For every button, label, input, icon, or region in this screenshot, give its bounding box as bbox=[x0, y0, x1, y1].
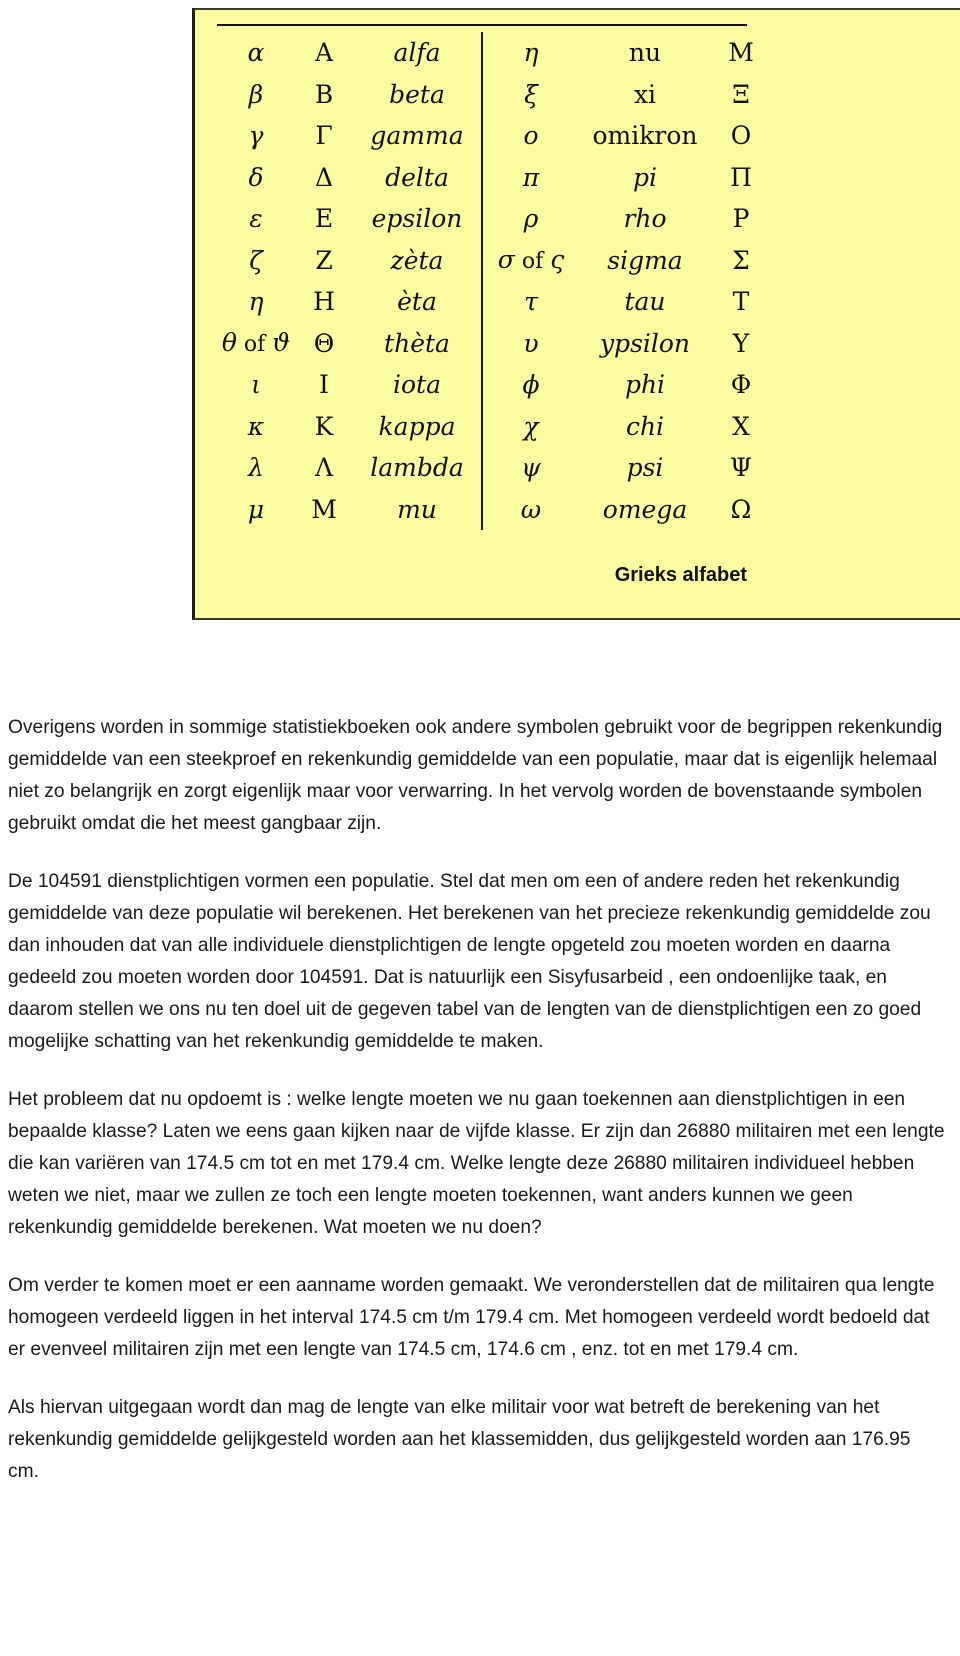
greek-letter-name: iota bbox=[393, 370, 441, 400]
greek-lowercase-symbol: ι bbox=[251, 370, 261, 400]
greek-lowercase-symbol-right: χ bbox=[481, 405, 579, 447]
body-paragraph: Overigens worden in sommige statistiekbo… bbox=[8, 717, 943, 834]
greek-letter-name-right: omikron bbox=[592, 121, 698, 151]
greek-lowercase-symbol-right: π bbox=[481, 156, 579, 198]
greek-uppercase-symbol-right: T bbox=[732, 287, 750, 317]
body-copy: Overigens worden in sommige statistiekbo… bbox=[8, 712, 946, 1488]
greek-uppercase-symbol: Γ bbox=[315, 121, 333, 151]
greek-uppercase-symbol: K bbox=[314, 411, 334, 441]
greek-letter-name-right: phi bbox=[624, 370, 666, 400]
greek-uppercase-symbol-right: Σ bbox=[732, 245, 750, 275]
greek-uppercase-symbol-right: Ψ bbox=[730, 453, 752, 483]
greek-letter-row: ι Iiota ϕ phi Φ bbox=[217, 364, 771, 406]
greek-uppercase-symbol: Θ bbox=[313, 328, 335, 358]
greek-uppercase-symbol: A bbox=[314, 38, 334, 68]
greek-lowercase-symbol-right: ψ bbox=[481, 447, 579, 489]
greek-letter-name: kappa bbox=[378, 411, 456, 441]
greek-lowercase-symbol: δ bbox=[248, 162, 264, 192]
body-paragraph: Om verder te komen moet er een aanname w… bbox=[8, 1275, 935, 1360]
greek-uppercase-symbol: Z bbox=[315, 245, 333, 275]
greek-uppercase-symbol-right: Ξ bbox=[732, 79, 750, 109]
greek-lowercase-symbol: θ of ϑ bbox=[221, 328, 291, 358]
greek-letter-name: lambda bbox=[370, 453, 464, 483]
greek-letter-row: γ Γgamma o omikron O bbox=[217, 115, 771, 157]
greek-uppercase-symbol: Λ bbox=[314, 453, 334, 483]
greek-letter-name: èta bbox=[397, 287, 437, 317]
greek-uppercase-symbol: H bbox=[313, 287, 335, 317]
greek-letter-row: ζ Zzèta σ of ς sigma Σ bbox=[217, 239, 771, 281]
greek-letter-name-right: nu bbox=[628, 38, 662, 68]
greek-lowercase-symbol: ζ bbox=[249, 245, 263, 275]
greek-lowercase-symbol: β bbox=[248, 79, 264, 109]
greek-letter-row: θ of ϑ Θthèta υ ypsilon Y bbox=[217, 322, 771, 364]
greek-uppercase-symbol: I bbox=[319, 370, 329, 400]
body-paragraph: De 104591 dienstplichtigen vormen een po… bbox=[8, 871, 931, 1052]
greek-uppercase-symbol: Δ bbox=[314, 162, 334, 192]
greek-letter-row: δ Δdelta π pi Π bbox=[217, 156, 771, 198]
greek-uppercase-symbol: E bbox=[314, 204, 334, 234]
greek-alphabet-figure-inner: α Aalfa η nu Mβ Bbeta ξ xi Ξγ Γgamma o omikron Oδ Δde… bbox=[217, 24, 754, 586]
greek-letter-name: mu bbox=[397, 494, 437, 524]
greek-uppercase-symbol: M bbox=[311, 494, 337, 524]
greek-letter-name-right: omega bbox=[602, 494, 688, 524]
greek-letter-name-right: tau bbox=[624, 287, 666, 317]
greek-uppercase-symbol-right: Ω bbox=[730, 494, 752, 524]
greek-uppercase-symbol-right: Π bbox=[730, 162, 752, 192]
greek-lowercase-symbol-right: o bbox=[481, 115, 579, 157]
symbol-variant-connector: of bbox=[514, 249, 551, 275]
body-paragraph: Het probleem dat nu opdoemt is : welke l… bbox=[8, 1089, 945, 1238]
greek-lowercase-symbol-right: η bbox=[481, 32, 579, 74]
greek-lowercase-symbol-right: σ of ς bbox=[481, 239, 579, 281]
greek-letter-row: μ Mmu ω omega Ω bbox=[217, 488, 771, 530]
greek-uppercase-symbol-right: O bbox=[730, 121, 752, 151]
greek-letter-name: delta bbox=[385, 162, 449, 192]
greek-letter-row: ε Eepsilon ρ rho P bbox=[217, 198, 771, 240]
greek-lowercase-symbol-right: υ bbox=[481, 322, 579, 364]
greek-letter-name-right: psi bbox=[626, 453, 664, 483]
greek-uppercase-symbol-right: M bbox=[728, 38, 754, 68]
greek-uppercase-symbol-right: Φ bbox=[730, 370, 752, 400]
figure-caption: Grieks alfabet bbox=[614, 564, 747, 586]
symbol-variant-connector: of bbox=[236, 332, 273, 358]
greek-letter-name-right: pi bbox=[633, 162, 657, 192]
greek-lowercase-symbol: λ bbox=[248, 453, 264, 483]
greek-letter-name: epsilon bbox=[371, 204, 463, 234]
greek-letter-row: λ Λlambda ψ psi Ψ bbox=[217, 447, 771, 489]
greek-uppercase-symbol: B bbox=[314, 79, 334, 109]
greek-lowercase-symbol-right: ξ bbox=[481, 73, 579, 115]
greek-letter-row: α Aalfa η nu M bbox=[217, 32, 771, 74]
greek-alphabet-figure: α Aalfa η nu Mβ Bbeta ξ xi Ξγ Γgamma o omikron Oδ Δde… bbox=[192, 8, 960, 620]
greek-letter-name: gamma bbox=[370, 121, 464, 151]
greek-letter-name: alfa bbox=[393, 38, 441, 68]
body-paragraph: Als hiervan uitgegaan wordt dan mag de l… bbox=[8, 1397, 911, 1482]
greek-letter-name-right: ypsilon bbox=[599, 328, 691, 358]
greek-letter-name: beta bbox=[389, 79, 445, 109]
table-top-rule bbox=[217, 24, 747, 26]
greek-letter-name: zèta bbox=[390, 245, 444, 275]
greek-lowercase-symbol: κ bbox=[247, 411, 265, 441]
greek-lowercase-symbol-right: ρ bbox=[481, 198, 579, 240]
greek-alphabet-table: α Aalfa η nu Mβ Bbeta ξ xi Ξγ Γgamma o omikron Oδ Δde… bbox=[217, 32, 771, 530]
greek-letter-name-right: rho bbox=[623, 204, 667, 234]
greek-lowercase-symbol-right: ϕ bbox=[481, 364, 579, 406]
greek-uppercase-symbol-right: P bbox=[732, 204, 750, 234]
greek-lowercase-symbol: γ bbox=[248, 121, 264, 151]
greek-lowercase-symbol: η bbox=[248, 287, 264, 317]
greek-letter-name-right: sigma bbox=[607, 245, 683, 275]
greek-lowercase-symbol-right: ω bbox=[481, 488, 579, 530]
greek-letter-row: β Bbeta ξ xi Ξ bbox=[217, 73, 771, 115]
greek-letter-row: η Hèta τ tau T bbox=[217, 281, 771, 323]
greek-lowercase-symbol: μ bbox=[247, 494, 265, 524]
greek-lowercase-symbol: ε bbox=[249, 204, 263, 234]
greek-lowercase-symbol-right: τ bbox=[481, 281, 579, 323]
greek-letter-name: thèta bbox=[384, 328, 450, 358]
greek-alphabet-table-body: α Aalfa η nu Mβ Bbeta ξ xi Ξγ Γgamma o omikron Oδ Δde… bbox=[217, 32, 771, 530]
greek-letter-name-right: xi bbox=[633, 79, 657, 109]
greek-uppercase-symbol-right: X bbox=[732, 411, 750, 441]
greek-lowercase-symbol: α bbox=[247, 38, 265, 68]
greek-uppercase-symbol-right: Y bbox=[732, 328, 750, 358]
greek-letter-name-right: chi bbox=[625, 411, 665, 441]
greek-letter-row: κ Kkappa χ chi X bbox=[217, 405, 771, 447]
